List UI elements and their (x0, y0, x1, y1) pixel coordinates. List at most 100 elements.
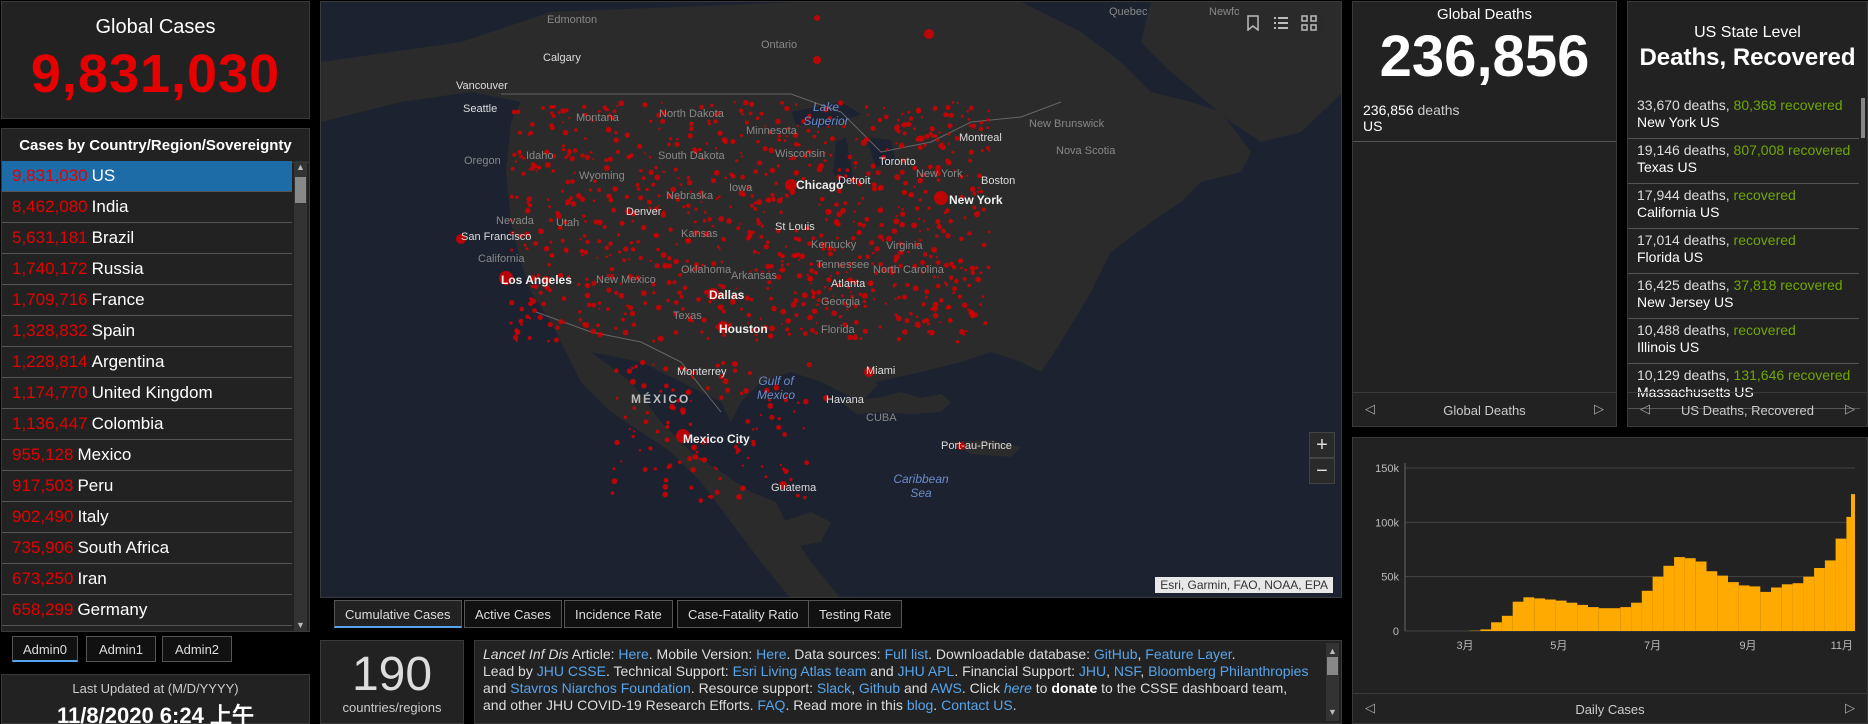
case-dot[interactable] (725, 387, 731, 393)
contact-link[interactable]: Contact US (941, 697, 1013, 713)
chevron-left-icon[interactable]: ◁ (1640, 401, 1650, 417)
case-dot[interactable] (547, 339, 550, 343)
case-dot[interactable] (623, 312, 627, 316)
case-dot[interactable] (818, 203, 821, 206)
case-dot[interactable] (946, 304, 952, 310)
case-dot[interactable] (706, 386, 710, 391)
case-dot[interactable] (932, 301, 939, 308)
case-dot[interactable] (642, 102, 648, 108)
country-row[interactable]: 1,136,447 Colombia (2, 409, 292, 440)
chart-bar[interactable] (1851, 494, 1855, 631)
case-dot[interactable] (755, 338, 759, 342)
case-dot[interactable] (883, 114, 889, 120)
case-dot[interactable] (718, 248, 721, 251)
case-dot[interactable] (578, 317, 583, 322)
case-dot[interactable] (530, 298, 537, 304)
chevron-right-icon[interactable]: ▷ (1845, 700, 1855, 716)
case-dot[interactable] (823, 285, 827, 289)
case-dot[interactable] (760, 465, 764, 468)
tab-incidence-rate[interactable]: Incidence Rate (564, 600, 673, 628)
case-dot[interactable] (960, 114, 964, 118)
case-dot[interactable] (654, 174, 661, 181)
chart-bar[interactable] (1588, 607, 1599, 631)
scroll-down-icon[interactable]: ▼ (296, 620, 305, 630)
case-dot[interactable] (944, 281, 947, 284)
case-dot[interactable] (806, 273, 810, 277)
case-dot[interactable] (721, 236, 726, 242)
case-dot[interactable] (986, 118, 990, 122)
chart-bar[interactable] (1792, 583, 1804, 631)
case-dot[interactable] (658, 127, 661, 131)
case-dot[interactable] (565, 199, 572, 205)
case-dot[interactable] (605, 255, 609, 259)
case-dot[interactable] (769, 325, 776, 332)
case-dot[interactable] (951, 150, 955, 154)
chart-bar[interactable] (1771, 587, 1782, 632)
case-dot[interactable] (763, 244, 769, 250)
case-dot[interactable] (648, 169, 654, 175)
case-dot[interactable] (780, 260, 784, 263)
case-dot[interactable] (562, 129, 569, 136)
case-dot[interactable] (812, 134, 817, 139)
case-dot[interactable] (721, 360, 726, 366)
case-dot[interactable] (915, 138, 919, 142)
us-state-row[interactable]: 10,488 deaths, recovered Illinois US (1628, 319, 1860, 364)
case-dot[interactable] (561, 296, 567, 301)
case-dot[interactable] (555, 210, 561, 216)
case-dot[interactable] (783, 139, 787, 143)
case-dot[interactable] (881, 238, 885, 242)
case-dot[interactable] (682, 205, 686, 209)
case-dot[interactable] (514, 160, 518, 163)
case-dot[interactable] (820, 196, 825, 202)
case-dot[interactable] (740, 485, 746, 492)
case-dot[interactable] (693, 220, 697, 224)
case-dot[interactable] (756, 139, 760, 144)
case-dot[interactable] (597, 188, 601, 192)
case-dot[interactable] (624, 132, 631, 138)
case-dot[interactable] (667, 256, 672, 261)
case-dot[interactable] (878, 325, 882, 329)
case-dot[interactable] (585, 239, 590, 245)
country-row[interactable]: 1,740,172 Russia (2, 254, 292, 285)
case-dot[interactable] (856, 229, 862, 235)
chart-bar[interactable] (1577, 604, 1588, 631)
case-dot[interactable] (894, 313, 898, 317)
case-dot[interactable] (869, 240, 875, 246)
case-dot[interactable] (913, 185, 916, 188)
case-dot[interactable] (977, 186, 981, 190)
case-dot[interactable] (930, 133, 935, 138)
case-dot[interactable] (612, 467, 616, 471)
case-dot[interactable] (780, 308, 787, 315)
case-dot[interactable] (718, 216, 725, 222)
case-dot[interactable] (519, 306, 525, 312)
case-dot[interactable] (945, 104, 951, 111)
case-dot[interactable] (523, 243, 527, 247)
case-dot[interactable] (643, 419, 649, 425)
case-dot[interactable] (561, 147, 566, 152)
case-dot[interactable] (975, 276, 981, 283)
case-dot[interactable] (759, 234, 764, 239)
case-dot[interactable] (585, 277, 589, 281)
case-dot[interactable] (698, 498, 704, 503)
case-dot[interactable] (724, 176, 727, 180)
case-dot[interactable] (619, 220, 625, 226)
case-dot[interactable] (695, 450, 699, 454)
case-dot[interactable] (896, 337, 902, 342)
case-dot[interactable] (747, 229, 752, 235)
country-row[interactable]: 955,128 Mexico (2, 440, 292, 471)
case-dot[interactable] (748, 111, 753, 116)
case-dot[interactable] (602, 105, 607, 110)
case-dot[interactable] (642, 467, 648, 472)
case-dot[interactable] (813, 56, 821, 64)
case-dot[interactable] (527, 336, 532, 340)
case-dot[interactable] (733, 101, 736, 104)
case-dot[interactable] (782, 467, 786, 471)
case-dot[interactable] (570, 201, 577, 207)
case-dot[interactable] (814, 15, 820, 21)
case-dot[interactable] (582, 234, 587, 238)
faq-link[interactable]: FAQ (757, 697, 785, 713)
case-dot[interactable] (925, 295, 928, 299)
case-dot[interactable] (947, 132, 951, 136)
case-dot[interactable] (965, 330, 968, 333)
case-dot[interactable] (541, 301, 546, 307)
